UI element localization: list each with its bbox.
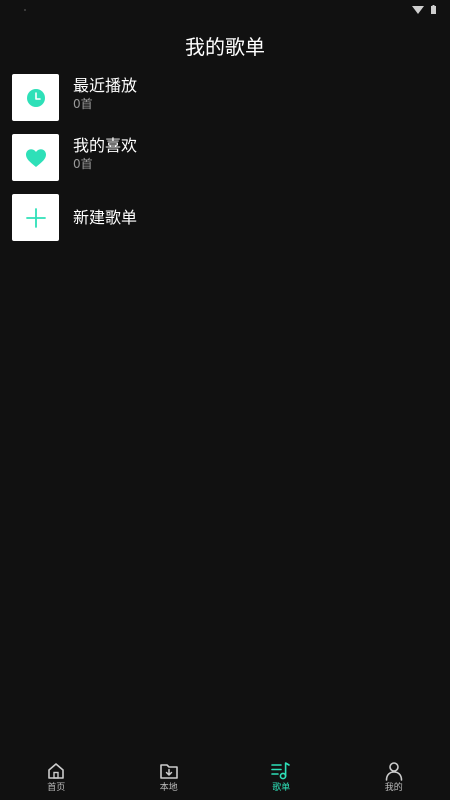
status-bar — [0, 0, 450, 20]
playlist-name: 新建歌单 — [73, 208, 138, 227]
nav-item-playlists[interactable]: 歌单 — [225, 752, 338, 800]
playlist-icon — [271, 762, 291, 780]
new-playlist-button[interactable]: 新建歌单 — [12, 194, 438, 242]
nav-label: 本地 — [159, 783, 178, 793]
folder-download-icon — [159, 764, 178, 779]
user-icon — [385, 762, 403, 781]
plus-icon — [25, 207, 46, 228]
nav-item-mine[interactable]: 我的 — [338, 752, 450, 800]
nav-item-local[interactable]: 本地 — [113, 752, 226, 800]
nav-label: 我的 — [384, 783, 403, 793]
playlist-item-recent[interactable]: 最近播放 0首 — [12, 74, 438, 122]
nav-label: 首页 — [47, 783, 66, 793]
playlist-item-favorites[interactable]: 我的喜欢 0首 — [12, 134, 438, 182]
nav-label: 歌单 — [272, 783, 291, 793]
playlist-count: 0首 — [73, 97, 93, 111]
battery-icon — [431, 5, 436, 14]
playlist-cover — [12, 74, 59, 121]
playlist-count: 0首 — [73, 157, 93, 171]
screen: 我的歌单 最近播放 0首 我的喜欢 0首 新建歌单 首页 本地 歌单 我的 — [0, 0, 450, 800]
bottom-nav: 首页 本地 歌单 我的 — [0, 752, 450, 800]
playlist-cover — [12, 134, 59, 181]
page-title: 我的歌单 — [185, 35, 265, 59]
wifi-icon — [412, 6, 424, 14]
heart-icon — [25, 148, 46, 167]
playlist-cover — [12, 194, 59, 241]
home-icon — [48, 763, 65, 779]
playlist-name: 最近播放 — [73, 76, 138, 95]
nav-item-home[interactable]: 首页 — [0, 752, 113, 800]
playlist-name: 我的喜欢 — [73, 136, 138, 155]
status-dot — [24, 9, 26, 11]
clock-icon — [26, 88, 45, 107]
